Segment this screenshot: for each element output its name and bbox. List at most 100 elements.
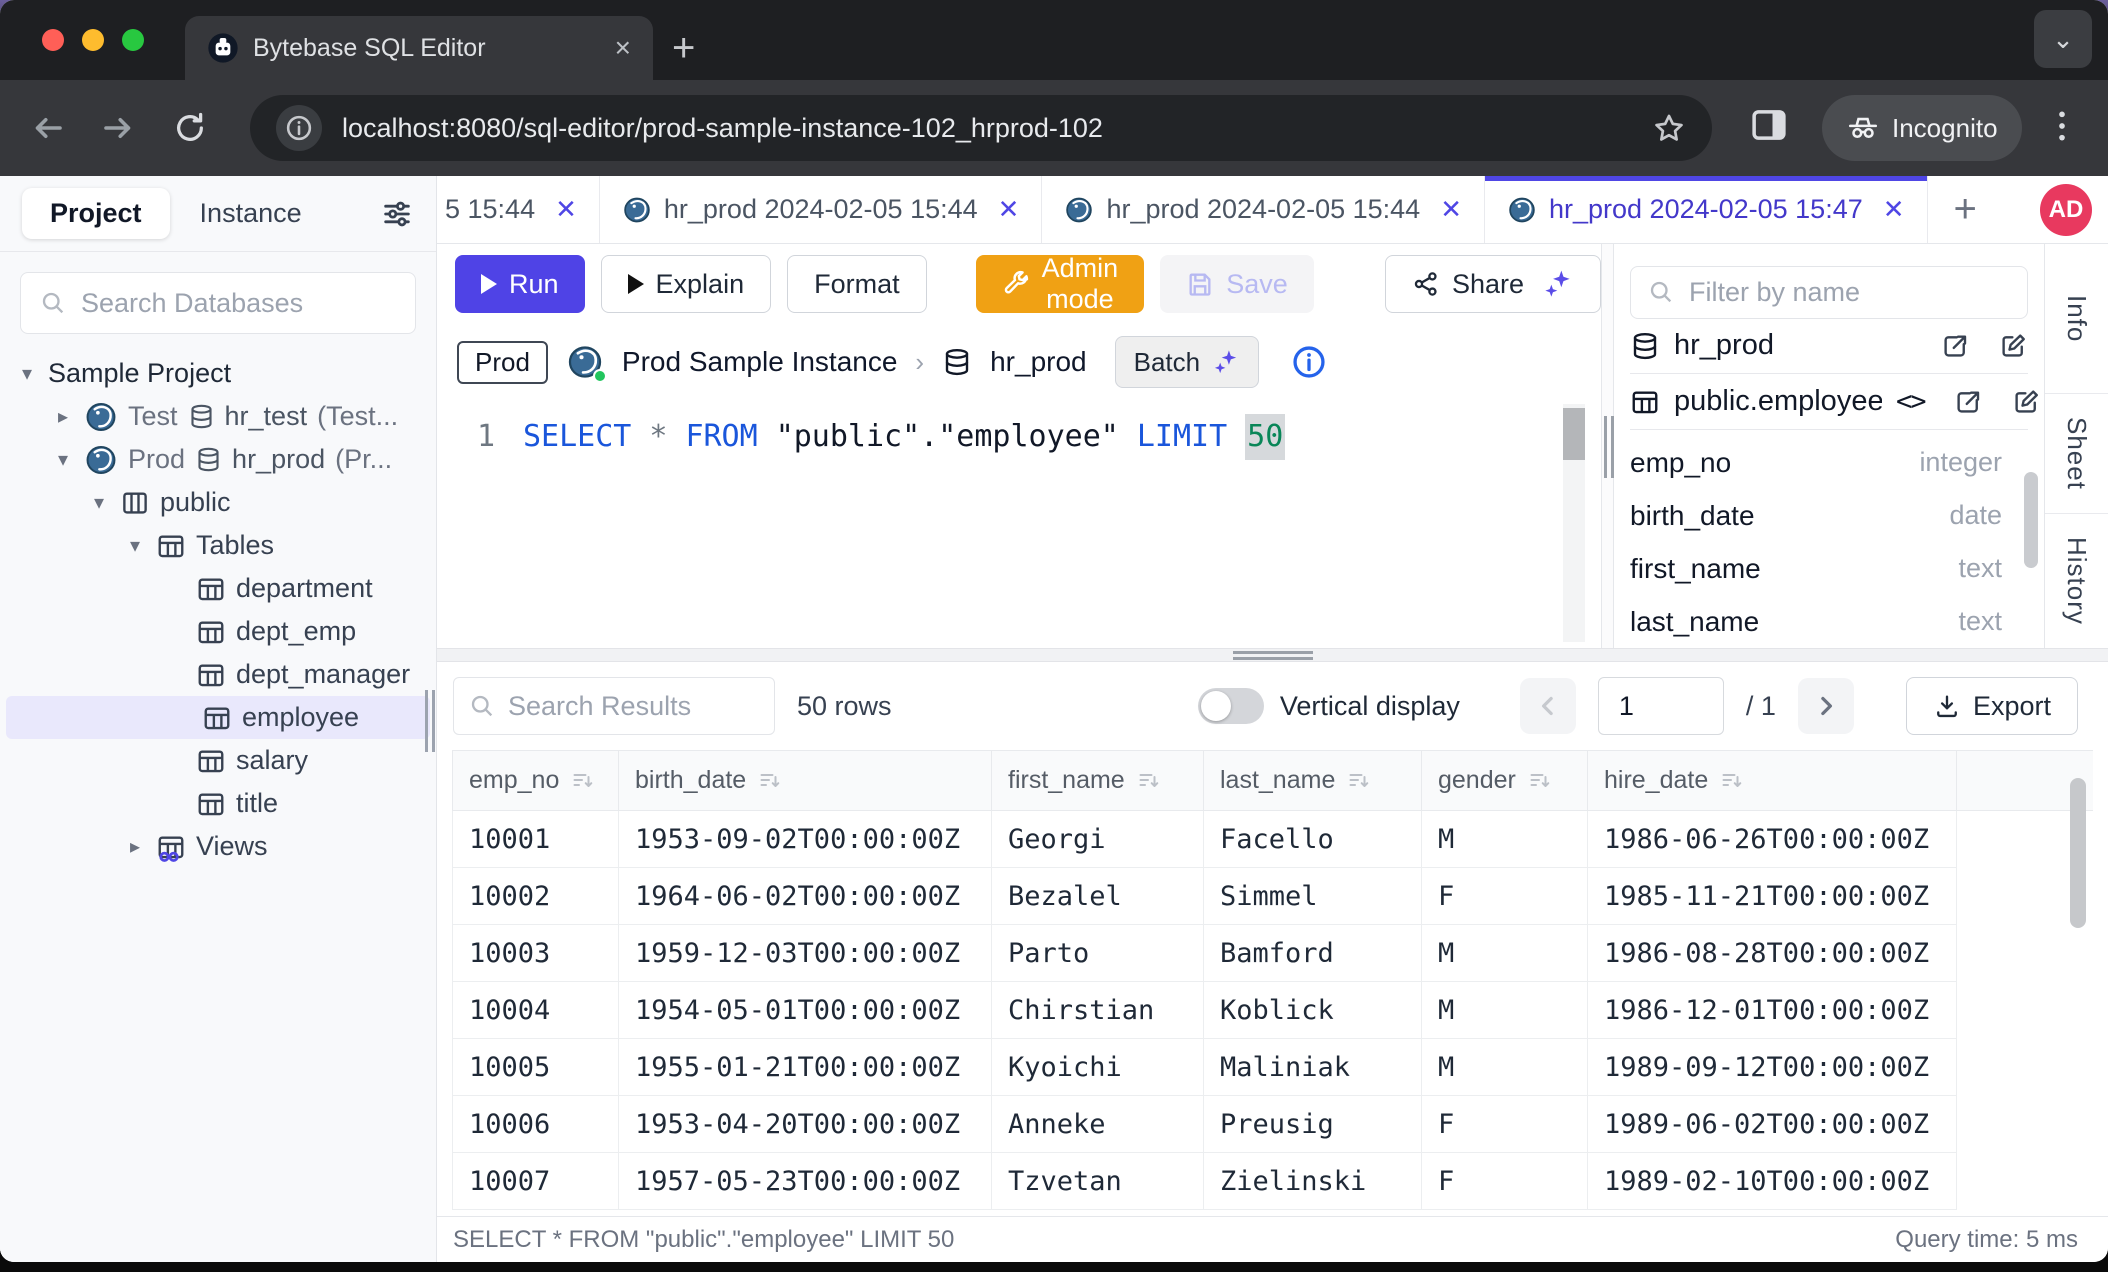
site-info-icon[interactable] bbox=[276, 105, 322, 151]
cell-hire-date[interactable]: 1986-12-01T00:00:00Z bbox=[1588, 982, 1957, 1039]
url-text[interactable]: localhost:8080/sql-editor/prod-sample-in… bbox=[342, 113, 1632, 144]
cell-emp-no[interactable]: 10005 bbox=[453, 1039, 619, 1096]
sort-icon[interactable] bbox=[1137, 769, 1161, 793]
table-row[interactable]: 10004 1954-05-01T00:00:00Z Chirstian Kob… bbox=[453, 982, 2093, 1039]
cell-first-name[interactable]: Chirstian bbox=[992, 982, 1204, 1039]
caret-down-icon[interactable]: ▾ bbox=[88, 490, 110, 515]
tree-item-table[interactable]: employee bbox=[6, 696, 430, 739]
browser-tab[interactable]: Bytebase SQL Editor × bbox=[185, 16, 653, 80]
table-row[interactable]: 10001 1953-09-02T00:00:00Z Georgi Facell… bbox=[453, 811, 2093, 868]
database-name[interactable]: hr_prod bbox=[990, 346, 1087, 378]
export-button[interactable]: Export bbox=[1906, 677, 2078, 735]
cell-gender[interactable]: F bbox=[1422, 1153, 1588, 1210]
side-panel-icon[interactable] bbox=[1748, 104, 1790, 146]
schema-table-row[interactable]: public.employee <> bbox=[1630, 374, 2028, 430]
explain-button[interactable]: Explain bbox=[601, 255, 772, 313]
cell-emp-no[interactable]: 10004 bbox=[453, 982, 619, 1039]
cell-gender[interactable]: M bbox=[1422, 1039, 1588, 1096]
column-header[interactable]: gender bbox=[1422, 751, 1588, 811]
cell-emp-no[interactable]: 10001 bbox=[453, 811, 619, 868]
table-row[interactable]: 10005 1955-01-21T00:00:00Z Kyoichi Malin… bbox=[453, 1039, 2093, 1096]
cell-hire-date[interactable]: 1986-08-28T00:00:00Z bbox=[1588, 925, 1957, 982]
cell-birth-date[interactable]: 1953-09-02T00:00:00Z bbox=[619, 811, 992, 868]
tab-project[interactable]: Project bbox=[22, 188, 170, 239]
splitter-grip[interactable] bbox=[1604, 416, 1614, 478]
new-sheet-button[interactable]: + bbox=[1928, 176, 2003, 243]
tab-close-icon[interactable]: ✕ bbox=[555, 194, 577, 225]
cell-emp-no[interactable]: 10006 bbox=[453, 1096, 619, 1153]
cell-last-name[interactable]: Bamford bbox=[1204, 925, 1422, 982]
batch-button[interactable]: Batch bbox=[1115, 336, 1260, 388]
cell-first-name[interactable]: Kyoichi bbox=[992, 1039, 1204, 1096]
results-scrollbar-thumb[interactable] bbox=[2070, 778, 2086, 928]
cell-hire-date[interactable]: 1989-09-12T00:00:00Z bbox=[1588, 1039, 1957, 1096]
cell-gender[interactable]: M bbox=[1422, 811, 1588, 868]
results-search-box[interactable]: Search Results bbox=[453, 677, 775, 735]
cell-first-name[interactable]: Anneke bbox=[992, 1096, 1204, 1153]
column-header[interactable]: emp_no bbox=[453, 751, 619, 811]
tab-instance[interactable]: Instance bbox=[200, 198, 302, 229]
browser-menu-icon[interactable] bbox=[2042, 106, 2082, 146]
column-header[interactable]: last_name bbox=[1204, 751, 1422, 811]
sort-icon[interactable] bbox=[1720, 769, 1744, 793]
tree-item-project[interactable]: ▾ Sample Project bbox=[0, 352, 436, 395]
schema-scrollbar-thumb[interactable] bbox=[2024, 472, 2038, 568]
page-input[interactable] bbox=[1598, 677, 1724, 735]
tab-close-icon[interactable]: × bbox=[615, 34, 631, 62]
macos-zoom-button[interactable] bbox=[122, 29, 144, 51]
tab-close-icon[interactable]: ✕ bbox=[1883, 194, 1905, 225]
user-avatar[interactable]: AD bbox=[2040, 184, 2092, 236]
cell-birth-date[interactable]: 1957-05-23T00:00:00Z bbox=[619, 1153, 992, 1210]
caret-down-icon[interactable]: ▾ bbox=[52, 447, 74, 472]
results-splitter[interactable] bbox=[437, 648, 2108, 662]
vertical-display-toggle[interactable] bbox=[1198, 688, 1264, 724]
table-row[interactable]: 10002 1964-06-02T00:00:00Z Bezalel Simme… bbox=[453, 868, 2093, 925]
tree-item-prod-database[interactable]: ▾ Prod hr_prod (Pr... bbox=[0, 438, 436, 481]
url-bar[interactable]: localhost:8080/sql-editor/prod-sample-in… bbox=[250, 95, 1712, 161]
cell-gender[interactable]: M bbox=[1422, 982, 1588, 1039]
edit-icon[interactable] bbox=[2011, 387, 2041, 417]
column-header[interactable]: hire_date bbox=[1588, 751, 1957, 811]
editor-scrollbar-thumb[interactable] bbox=[1563, 408, 1585, 460]
schema-database-row[interactable]: hr_prod bbox=[1630, 319, 2028, 375]
tree-item-table[interactable]: dept_manager bbox=[0, 653, 436, 696]
tree-settings-icon[interactable] bbox=[380, 197, 414, 231]
back-icon[interactable] bbox=[26, 106, 70, 150]
cell-hire-date[interactable]: 1989-06-02T00:00:00Z bbox=[1588, 1096, 1957, 1153]
macos-minimize-button[interactable] bbox=[82, 29, 104, 51]
cell-last-name[interactable]: Facello bbox=[1204, 811, 1422, 868]
column-row[interactable]: birth_date date bbox=[1630, 489, 2028, 542]
rail-tab-history[interactable]: History bbox=[2045, 514, 2108, 648]
cell-birth-date[interactable]: 1955-01-21T00:00:00Z bbox=[619, 1039, 992, 1096]
cell-emp-no[interactable]: 10007 bbox=[453, 1153, 619, 1210]
cell-last-name[interactable]: Simmel bbox=[1204, 868, 1422, 925]
table-row[interactable]: 10007 1957-05-23T00:00:00Z Tzvetan Zieli… bbox=[453, 1153, 2093, 1210]
editor-tab[interactable]: hr_prod 2024-02-05 15:44 ✕ bbox=[600, 176, 1043, 243]
tree-item-table[interactable]: title bbox=[0, 782, 436, 825]
rail-tab-info[interactable]: Info bbox=[2045, 244, 2108, 394]
sort-icon[interactable] bbox=[571, 769, 595, 793]
sort-icon[interactable] bbox=[758, 769, 782, 793]
share-button[interactable]: Share bbox=[1385, 255, 1601, 313]
sort-icon[interactable] bbox=[1528, 769, 1552, 793]
open-external-icon[interactable] bbox=[1940, 331, 1970, 361]
cell-emp-no[interactable]: 10002 bbox=[453, 868, 619, 925]
new-tab-button[interactable]: + bbox=[672, 28, 695, 68]
cell-hire-date[interactable]: 1985-11-21T00:00:00Z bbox=[1588, 868, 1957, 925]
tab-close-icon[interactable]: ✕ bbox=[1440, 194, 1462, 225]
tree-item-test-database[interactable]: ▸ Test hr_test (Test... bbox=[0, 395, 436, 438]
caret-right-icon[interactable]: ▸ bbox=[52, 404, 74, 429]
column-row[interactable]: first_name text bbox=[1630, 542, 2028, 595]
bookmark-star-icon[interactable] bbox=[1652, 111, 1686, 145]
open-external-icon[interactable] bbox=[1953, 387, 1983, 417]
rail-tab-sheet[interactable]: Sheet bbox=[2045, 394, 2108, 514]
column-header[interactable]: first_name bbox=[992, 751, 1204, 811]
tab-search-chevron-button[interactable]: ⌄ bbox=[2034, 10, 2092, 68]
cell-gender[interactable]: M bbox=[1422, 925, 1588, 982]
filter-input[interactable]: Filter by name bbox=[1630, 266, 2028, 319]
caret-right-icon[interactable]: ▸ bbox=[124, 834, 146, 859]
cell-last-name[interactable]: Koblick bbox=[1204, 982, 1422, 1039]
table-row[interactable]: 10003 1959-12-03T00:00:00Z Parto Bamford… bbox=[453, 925, 2093, 982]
sql-editor[interactable]: 1 SELECT * FROM "public"."employee" LIMI… bbox=[437, 400, 1601, 648]
tree-item-table[interactable]: salary bbox=[0, 739, 436, 782]
